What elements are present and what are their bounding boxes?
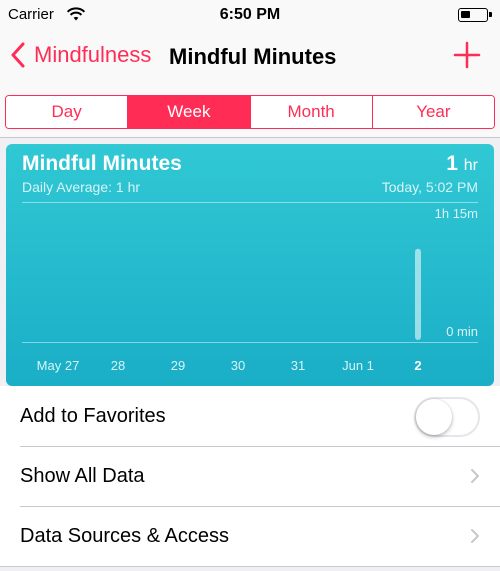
x-tick-label: May 27 — [36, 358, 80, 373]
x-tick-label: 29 — [170, 358, 186, 373]
chart-bar — [415, 248, 421, 340]
status-bar: Carrier 6:50 PM — [0, 0, 500, 30]
chart-plot — [415, 248, 421, 340]
segment-day[interactable]: Day — [6, 96, 129, 128]
toggle-knob — [416, 399, 452, 435]
segment-year[interactable]: Year — [372, 96, 494, 128]
x-tick-label: 28 — [110, 358, 126, 373]
battery-icon — [458, 8, 492, 22]
add-to-favorites-row: Add to Favorites — [0, 386, 500, 446]
time-range-segmented-control: Day Week Month Year — [5, 95, 495, 129]
x-tick-label: 30 — [230, 358, 246, 373]
data-sources-label: Data Sources & Access — [20, 524, 229, 547]
segment-bar: Day Week Month Year — [0, 82, 500, 138]
segment-month[interactable]: Month — [250, 96, 373, 128]
options-list: Add to Favorites Show All Data Data Sour… — [0, 386, 500, 566]
back-label: Mindfulness — [34, 42, 152, 67]
chevron-left-icon — [11, 42, 25, 68]
plus-icon[interactable] — [452, 40, 482, 70]
x-tick-label: 2 — [414, 358, 422, 373]
favorites-toggle[interactable] — [414, 397, 480, 437]
chevron-right-icon — [471, 469, 479, 483]
chevron-right-icon — [471, 529, 479, 543]
back-button[interactable]: Mindfulness — [10, 40, 151, 70]
data-sources-row[interactable]: Data Sources & Access — [0, 506, 500, 566]
segment-week[interactable]: Week — [128, 96, 251, 128]
x-tick-label: 31 — [290, 358, 306, 373]
navigation-bar: Mindfulness Mindful Minutes — [0, 30, 500, 82]
x-tick-label: Jun 1 — [342, 358, 374, 373]
page-title: Mindful Minutes — [169, 44, 337, 69]
mindful-minutes-chart-card[interactable]: Mindful Minutes Daily Average: 1 hr 1 hr… — [6, 144, 494, 386]
show-all-data-label: Show All Data — [20, 464, 145, 487]
add-to-favorites-label: Add to Favorites — [20, 404, 166, 427]
show-all-data-row[interactable]: Show All Data — [0, 446, 500, 506]
status-time: 6:50 PM — [219, 6, 281, 23]
list-bottom-divider — [0, 566, 500, 567]
x-axis-labels: May 27 28 29 30 31 Jun 1 2 — [6, 358, 494, 376]
